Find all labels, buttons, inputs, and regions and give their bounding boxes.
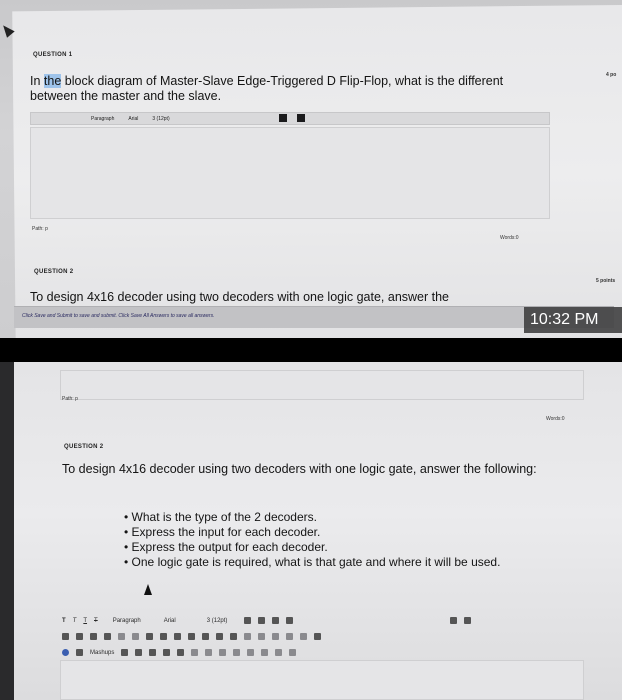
format-button[interactable]: T bbox=[73, 618, 77, 624]
table-split-icon[interactable] bbox=[247, 649, 255, 656]
font-family-select[interactable]: Arial bbox=[164, 618, 176, 624]
table-icon[interactable] bbox=[314, 633, 321, 640]
paste-icon[interactable] bbox=[90, 633, 97, 640]
bullet-text: Express the input for each decoder. bbox=[131, 525, 321, 539]
bullet-text: One logic gate is required, what is that… bbox=[131, 555, 501, 569]
link-icon[interactable] bbox=[244, 633, 251, 640]
emoji-icon[interactable] bbox=[163, 649, 171, 656]
editor-toolbar: Paragraph Arial 3 (12pt) bbox=[30, 112, 550, 125]
bottom-screenshot-panel: Path: p Words:0 QUESTION 2 To design 4x1… bbox=[0, 362, 622, 700]
mashups-select[interactable]: Mashups bbox=[90, 650, 114, 656]
horizontal-line-icon[interactable] bbox=[300, 633, 307, 640]
image-icon[interactable] bbox=[149, 649, 157, 656]
quote-icon[interactable] bbox=[135, 649, 143, 656]
time-display: 10:32 PM bbox=[524, 307, 622, 333]
toolbar-block-icon[interactable] bbox=[279, 114, 287, 122]
editor-toolbar-row-1: T T T T Paragraph Arial 3 (12pt) bbox=[62, 614, 472, 627]
question-1-points: 4 po bbox=[606, 72, 617, 78]
copy-icon[interactable] bbox=[76, 633, 83, 640]
paragraph-mark-icon[interactable] bbox=[272, 633, 279, 640]
pen-icon[interactable] bbox=[286, 617, 294, 624]
spellcheck-icon[interactable] bbox=[450, 617, 458, 624]
insert-content-icon[interactable] bbox=[62, 649, 69, 656]
list-icon[interactable] bbox=[244, 617, 252, 624]
path-label: Path: p bbox=[62, 396, 78, 402]
superscript-icon[interactable] bbox=[216, 633, 223, 640]
question-2-text-partial: To design 4x16 decoder using two decoder… bbox=[30, 290, 450, 304]
path-label: Path: p bbox=[32, 226, 48, 232]
table-col-icon[interactable] bbox=[219, 649, 227, 656]
table-merge-icon[interactable] bbox=[233, 649, 241, 656]
justify-icon[interactable] bbox=[188, 633, 195, 640]
table-row-icon[interactable] bbox=[205, 649, 213, 656]
code-icon[interactable] bbox=[289, 649, 297, 656]
paragraph-icon[interactable] bbox=[121, 649, 129, 656]
cut-icon[interactable] bbox=[62, 633, 69, 640]
unlink-icon[interactable] bbox=[258, 633, 265, 640]
answer-1-editor-tail[interactable] bbox=[60, 370, 584, 400]
paragraph-format-select[interactable]: Paragraph bbox=[91, 116, 114, 122]
mouse-cursor-icon bbox=[144, 584, 152, 595]
save-instructions: Click Save and Submit to save and submit… bbox=[22, 313, 215, 319]
toolbar-block-icon[interactable] bbox=[297, 114, 305, 122]
format-button[interactable]: T bbox=[83, 618, 87, 624]
question-1-label: QUESTION 1 bbox=[33, 52, 73, 58]
bullet-text: What is the type of the 2 decoders. bbox=[131, 510, 317, 524]
question-2-text: To design 4x16 decoder using two decoder… bbox=[62, 462, 537, 476]
font-size-select[interactable]: 3 (12pt) bbox=[207, 618, 228, 624]
html-icon[interactable] bbox=[275, 649, 283, 656]
top-screenshot-panel: QUESTION 1 4 po In the block diagram of … bbox=[0, 0, 622, 338]
align-center-icon[interactable] bbox=[160, 633, 167, 640]
list-icon[interactable] bbox=[258, 617, 266, 624]
formula-icon[interactable] bbox=[76, 649, 83, 656]
undo-icon[interactable] bbox=[118, 633, 125, 640]
editor-toolbar-row-3: Mashups bbox=[62, 646, 297, 659]
format-button[interactable]: T bbox=[94, 618, 98, 624]
indent-icon[interactable] bbox=[202, 633, 209, 640]
bullet-item: • Express the input for each decoder. bbox=[124, 525, 321, 539]
question-2-label: QUESTION 2 bbox=[64, 444, 104, 450]
bullet-item: • One logic gate is required, what is th… bbox=[124, 555, 501, 569]
question-2-label: QUESTION 2 bbox=[34, 269, 74, 275]
font-size-select[interactable]: 3 (12pt) bbox=[152, 116, 169, 122]
align-right-icon[interactable] bbox=[174, 633, 181, 640]
redo-icon[interactable] bbox=[132, 633, 139, 640]
bullet-item: • What is the type of the 2 decoders. bbox=[124, 510, 317, 524]
align-left-icon[interactable] bbox=[146, 633, 153, 640]
editor-toolbar-row-2 bbox=[62, 630, 321, 643]
text-color-icon[interactable] bbox=[272, 617, 280, 624]
question-1-text-post: block diagram of Master-Slave Edge-Trigg… bbox=[30, 74, 504, 103]
question-1-text: In the block diagram of Master-Slave Edg… bbox=[30, 74, 510, 104]
fullscreen-icon[interactable] bbox=[464, 617, 472, 624]
answer-2-editor[interactable] bbox=[60, 660, 584, 700]
direction-icon[interactable] bbox=[286, 633, 293, 640]
word-count: Words:0 bbox=[500, 235, 519, 241]
table-insert-icon[interactable] bbox=[191, 649, 199, 656]
find-icon[interactable] bbox=[104, 633, 111, 640]
format-button[interactable]: T bbox=[62, 618, 66, 624]
font-family-select[interactable]: Arial bbox=[128, 116, 138, 122]
question-1-text-pre: In bbox=[30, 74, 44, 88]
answer-1-editor[interactable] bbox=[30, 127, 550, 219]
paragraph-format-select[interactable]: Paragraph bbox=[113, 618, 141, 624]
media-icon[interactable] bbox=[177, 649, 185, 656]
bullet-text: Express the output for each decoder. bbox=[131, 540, 328, 554]
question-2-points: 5 points bbox=[596, 278, 616, 284]
subscript-icon[interactable] bbox=[230, 633, 237, 640]
highlighted-word: the bbox=[43, 74, 62, 88]
bullet-item: • Express the output for each decoder. bbox=[124, 540, 328, 554]
word-count: Words:0 bbox=[546, 416, 565, 422]
table-delete-icon[interactable] bbox=[261, 649, 269, 656]
